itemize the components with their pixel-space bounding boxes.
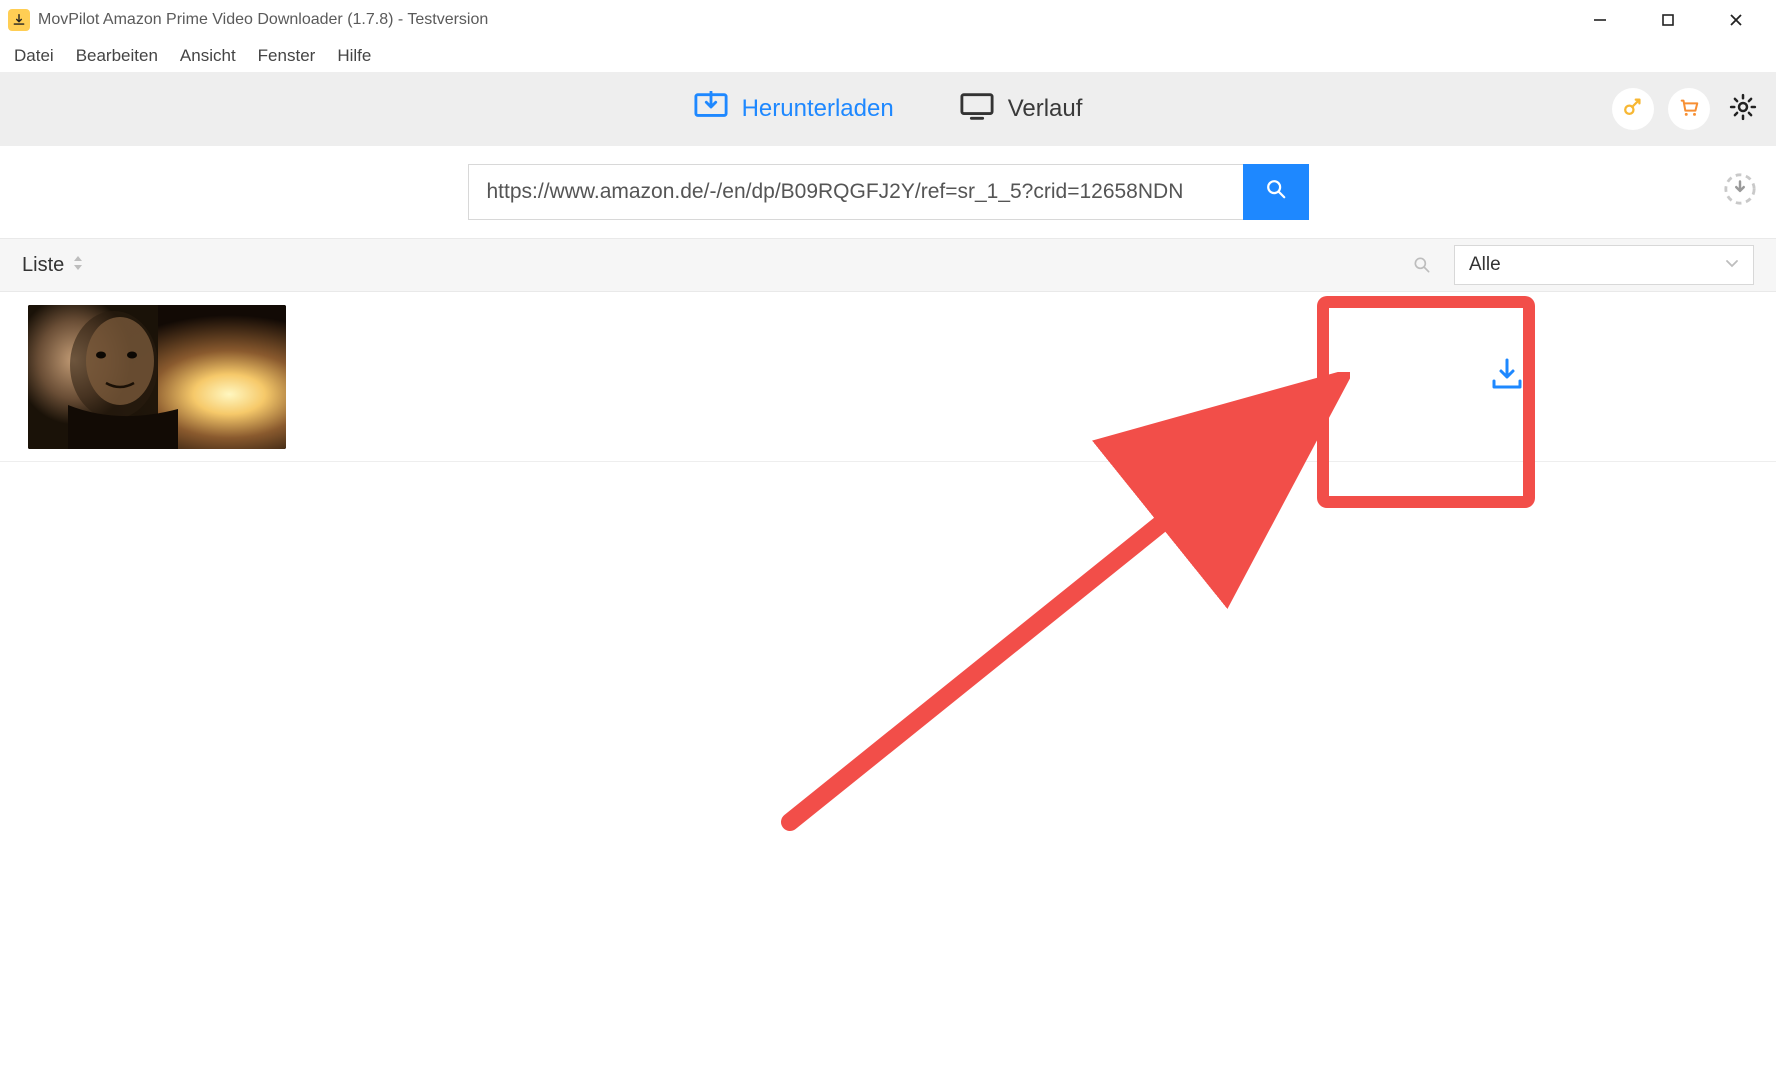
filter-row: Liste Alle (0, 238, 1776, 292)
settings-button[interactable] (1724, 90, 1762, 128)
chevron-down-icon (1725, 254, 1739, 276)
menu-hilfe[interactable]: Hilfe (337, 46, 371, 66)
filter-dropdown[interactable]: Alle (1454, 245, 1754, 285)
tab-download-label: Herunterladen (742, 95, 894, 123)
app-icon (8, 9, 30, 31)
download-queue-button[interactable] (1722, 174, 1758, 210)
list-label: Liste (22, 254, 64, 277)
search-icon (1265, 178, 1287, 205)
gear-icon (1728, 92, 1758, 127)
url-input[interactable] (468, 164, 1243, 220)
history-tab-icon (960, 91, 994, 128)
video-thumbnail[interactable] (28, 305, 286, 449)
window-title: MovPilot Amazon Prime Video Downloader (… (38, 11, 488, 29)
filter-search-button[interactable] (1412, 255, 1432, 275)
download-item-button[interactable] (1486, 356, 1528, 398)
tab-history-label: Verlauf (1008, 95, 1083, 123)
filter-dropdown-value: Alle (1469, 254, 1501, 276)
key-icon (1622, 96, 1644, 123)
download-icon (1489, 357, 1525, 396)
sort-icon (72, 254, 84, 277)
content-area (0, 292, 1776, 1080)
tabs-bar: Herunterladen Verlauf (0, 72, 1776, 146)
download-tab-icon (694, 91, 728, 128)
search-row (0, 146, 1776, 238)
search-icon (1412, 262, 1432, 279)
menu-bar: Datei Bearbeiten Ansicht Fenster Hilfe (0, 40, 1776, 72)
close-button[interactable] (1722, 6, 1750, 34)
list-item (0, 292, 1776, 462)
menu-fenster[interactable]: Fenster (258, 46, 316, 66)
tab-history[interactable]: Verlauf (954, 79, 1089, 140)
tab-download[interactable]: Herunterladen (688, 79, 900, 140)
download-queue-icon (1723, 172, 1757, 211)
menu-bearbeiten[interactable]: Bearbeiten (76, 46, 158, 66)
window-controls (1586, 6, 1768, 34)
cart-icon (1678, 96, 1700, 123)
title-bar: MovPilot Amazon Prime Video Downloader (… (0, 0, 1776, 40)
maximize-button[interactable] (1654, 6, 1682, 34)
menu-ansicht[interactable]: Ansicht (180, 46, 236, 66)
list-sort[interactable]: Liste (22, 254, 84, 277)
cart-button[interactable] (1668, 88, 1710, 130)
minimize-button[interactable] (1586, 6, 1614, 34)
key-button[interactable] (1612, 88, 1654, 130)
menu-datei[interactable]: Datei (14, 46, 54, 66)
search-button[interactable] (1243, 164, 1309, 220)
